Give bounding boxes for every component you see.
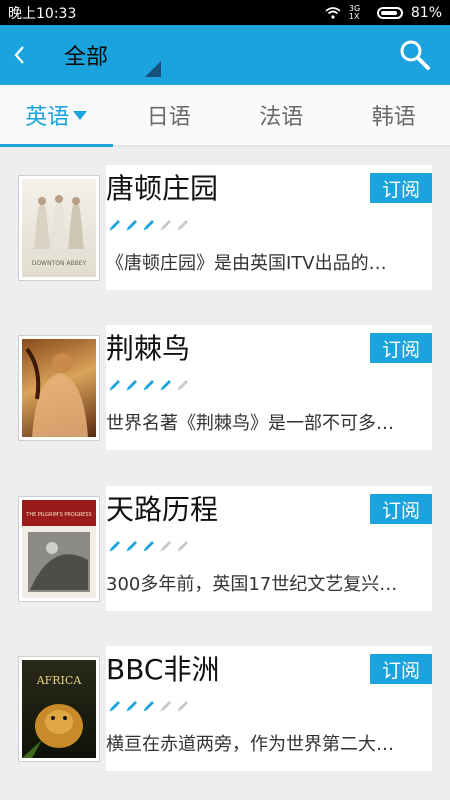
tab-english[interactable]: 英语 [0,85,113,147]
book-card[interactable]: THE PILGRIM'S PROGRESS 天路历程 订阅 300多年前，英国… [18,486,432,611]
difficulty-rating [108,377,191,392]
pencil-filled-icon [143,701,154,712]
pencil-filled-icon [109,220,120,231]
pencil-empty-icon [160,541,171,552]
book-title: 荆棘鸟 [106,332,191,365]
app-bar: 全部 [0,25,450,85]
pencil-empty-icon [160,220,171,231]
book-info: 天路历程 订阅 300多年前，英国17世纪文艺复兴… [106,486,432,611]
pencil-filled-icon [160,380,171,391]
book-description: 世界名著《荆棘鸟》是一部不可多… [106,413,394,434]
pencil-empty-icon [177,701,188,712]
difficulty-rating [108,698,191,713]
status-bar: 晚上10:33 3G 1X 81% [0,0,450,25]
book-cover [18,335,100,441]
network-type: 3G 1X [348,3,361,21]
subscribe-button[interactable]: 订阅 [370,654,432,684]
book-title: BBC非洲 [106,653,220,686]
difficulty-rating [108,538,191,553]
subscribe-button[interactable]: 订阅 [370,173,432,203]
search-icon[interactable] [398,38,432,72]
pencil-empty-icon [177,220,188,231]
tab-label: 英语 [25,105,70,130]
subscribe-button[interactable]: 订阅 [370,494,432,524]
pencil-filled-icon [109,541,120,552]
cover-title-text: THE PILGRIM'S PROGRESS [25,512,91,518]
pencil-filled-icon [143,541,154,552]
tab-label: 法语 [259,105,304,130]
pencil-filled-icon [109,380,120,391]
book-description: 300多年前，英国17世纪文艺复兴… [106,574,398,595]
pencil-filled-icon [126,541,137,552]
pencil-filled-icon [126,701,137,712]
language-tabs: 英语 日语 法语 韩语 [0,85,450,147]
tab-label: 韩语 [371,105,416,130]
book-description: 《唐顿庄园》是由英国ITV出品的… [106,253,387,274]
book-cover: DOWNTON ABBEY [18,175,100,281]
dropdown-triangle-icon[interactable] [145,61,161,77]
book-cover: AFRICA [18,656,100,762]
pencil-filled-icon [126,220,137,231]
battery-level: 81% [410,4,442,21]
battery-icon [376,6,403,19]
book-info: BBC非洲 订阅 横亘在赤道两旁，作为世界第二大… [106,646,432,771]
status-time: 晚上10:33 [8,5,77,22]
book-cover: THE PILGRIM'S PROGRESS [18,496,100,602]
pencil-filled-icon [126,380,137,391]
category-title[interactable]: 全部 [64,39,108,71]
subscribe-button[interactable]: 订阅 [370,333,432,363]
book-info: 荆棘鸟 订阅 世界名著《荆棘鸟》是一部不可多… [106,325,432,450]
back-icon[interactable] [0,25,38,85]
difficulty-rating [108,217,191,232]
pencil-filled-icon [143,220,154,231]
pencil-empty-icon [177,541,188,552]
book-info: 唐顿庄园 订阅 《唐顿庄园》是由英国ITV出品的… [106,165,432,290]
tab-active-indicator [0,144,113,147]
book-card[interactable]: DOWNTON ABBEY 唐顿庄园 订阅 《唐顿庄园》是由英国ITV出品的… [18,165,432,290]
pencil-filled-icon [143,380,154,391]
book-card[interactable]: AFRICA BBC非洲 订阅 横亘在赤道两旁，作为世界第二大… [18,646,432,771]
book-title: 唐顿庄园 [106,172,219,205]
cover-title-text: AFRICA [36,674,83,687]
tab-japanese[interactable]: 日语 [113,85,226,145]
tab-label: 日语 [146,105,191,130]
pencil-filled-icon [109,701,120,712]
book-card[interactable]: 荆棘鸟 订阅 世界名著《荆棘鸟》是一部不可多… [18,325,432,450]
cover-title-text: DOWNTON ABBEY [32,260,87,267]
wifi-icon [325,6,341,19]
tab-french[interactable]: 法语 [225,85,338,145]
book-title: 天路历程 [106,493,219,526]
pencil-empty-icon [160,701,171,712]
tab-korean[interactable]: 韩语 [338,85,450,145]
pencil-empty-icon [177,380,188,391]
book-description: 横亘在赤道两旁，作为世界第二大… [106,734,394,755]
caret-down-icon [73,110,88,120]
status-icons: 3G 1X 81% [325,3,442,21]
